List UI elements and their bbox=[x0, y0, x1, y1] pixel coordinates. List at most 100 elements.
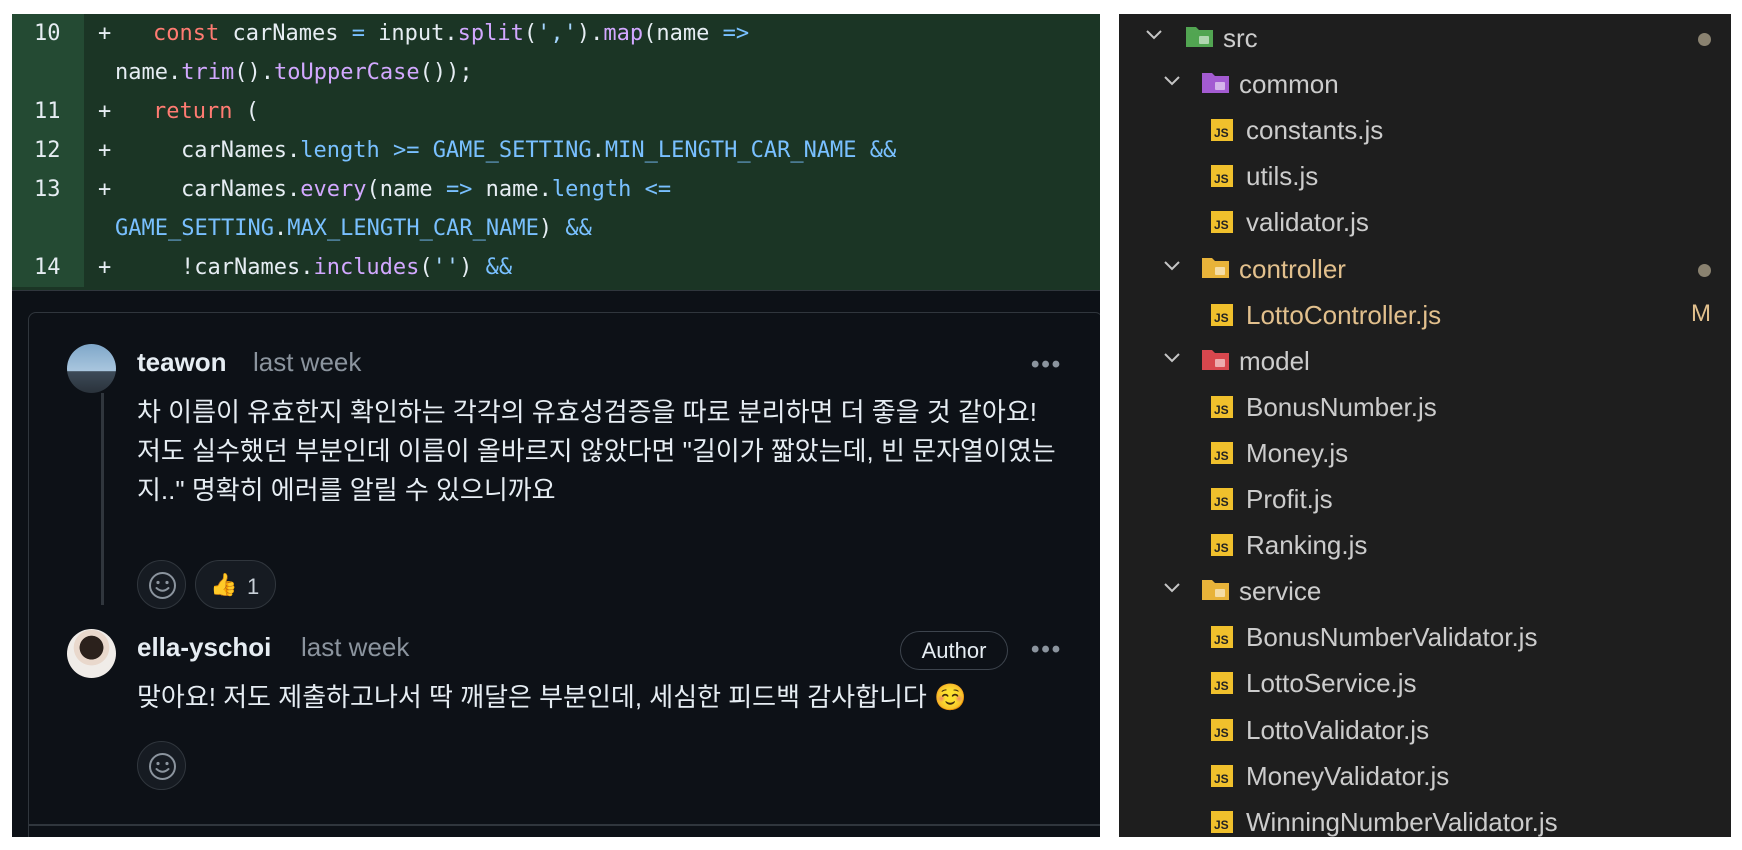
line-number[interactable]: 13 bbox=[12, 170, 84, 209]
file-label: LottoValidator.js bbox=[1246, 714, 1430, 745]
javascript-file-icon: JS bbox=[1211, 488, 1233, 510]
tree-file[interactable]: JS LottoController.js M bbox=[1119, 291, 1731, 337]
tree-folder-service[interactable]: service bbox=[1119, 567, 1731, 613]
comment-author[interactable]: teawon bbox=[137, 347, 227, 378]
javascript-file-icon: JS bbox=[1211, 626, 1233, 649]
code-review-panel: 10 + const carNames = input.split(',').m… bbox=[12, 14, 1100, 837]
folder-label: model bbox=[1239, 345, 1310, 376]
javascript-file-icon: JS bbox=[1211, 534, 1233, 557]
smiley-icon bbox=[149, 572, 176, 599]
chevron-down-icon[interactable] bbox=[1143, 23, 1165, 45]
more-options-icon[interactable]: ••• bbox=[1031, 636, 1062, 664]
tree-file[interactable]: JS BonusNumberValidator.js bbox=[1119, 613, 1731, 659]
src-folder-icon bbox=[1186, 27, 1213, 47]
comment-body: 차 이름이 유효한지 확인하는 각각의 유효성검증을 따로 분리하면 더 좋을 … bbox=[137, 397, 1056, 505]
tree-folder-model[interactable]: model bbox=[1119, 337, 1731, 383]
git-status-dot bbox=[1698, 33, 1711, 46]
comment-body: 맞아요! 저도 제출하고나서 딱 깨달은 부분인데, 세심한 피드백 감사합니다… bbox=[137, 682, 967, 712]
file-label: Ranking.js bbox=[1246, 530, 1368, 561]
line-number[interactable]: 14 bbox=[12, 248, 84, 287]
javascript-file-icon: JS bbox=[1211, 441, 1233, 464]
code-text: return ( bbox=[153, 99, 259, 124]
diff-line-11[interactable]: 11 + return ( bbox=[12, 92, 1100, 131]
tree-file[interactable]: JS constants.js bbox=[1119, 106, 1731, 152]
tree-file[interactable]: JS MoneyValidator.js bbox=[1119, 752, 1731, 798]
tree-file[interactable]: JS Money.js bbox=[1119, 429, 1731, 475]
tree-file[interactable]: JS utils.js bbox=[1119, 152, 1731, 198]
file-label: WinningNumberValidator.js bbox=[1246, 806, 1558, 837]
add-reaction-button[interactable] bbox=[137, 741, 186, 790]
add-reaction-button[interactable] bbox=[137, 560, 186, 609]
javascript-file-icon: JS bbox=[1211, 303, 1233, 326]
chevron-down-icon[interactable] bbox=[1161, 254, 1183, 276]
comment-timestamp[interactable]: last week bbox=[253, 347, 361, 378]
line-number[interactable]: 10 bbox=[12, 14, 84, 53]
file-label: Profit.js bbox=[1246, 484, 1333, 514]
diff-line-13-wrap: GAME_SETTING.MAX_LENGTH_CAR_NAME) && bbox=[12, 209, 1100, 248]
file-label: MoneyValidator.js bbox=[1246, 760, 1450, 791]
added-sign: + bbox=[98, 21, 112, 46]
tree-file[interactable]: JS validator.js bbox=[1119, 198, 1731, 244]
added-sign: + bbox=[98, 99, 112, 124]
smiley-icon bbox=[149, 753, 176, 780]
added-sign: + bbox=[98, 138, 112, 163]
file-label: BonusNumberValidator.js bbox=[1246, 622, 1538, 653]
reaction-count: 1 bbox=[247, 574, 260, 599]
code-text: GAME_SETTING.MAX_LENGTH_CAR_NAME) && bbox=[115, 216, 592, 241]
tree-file[interactable]: JS LottoValidator.js bbox=[1119, 706, 1731, 752]
avatar[interactable] bbox=[67, 629, 116, 678]
code-text: const carNames = input.split(',').map(na… bbox=[153, 21, 750, 46]
comment-timestamp[interactable]: last week bbox=[301, 632, 409, 663]
file-label: BonusNumber.js bbox=[1246, 391, 1437, 422]
tree-folder-common[interactable]: common bbox=[1119, 60, 1731, 106]
javascript-file-icon: JS bbox=[1211, 764, 1233, 787]
folder-label: service bbox=[1239, 576, 1322, 607]
javascript-file-icon: JS bbox=[1211, 672, 1233, 695]
thread-connector bbox=[101, 393, 104, 605]
code-text: carNames.length >= GAME_SETTING.MIN_LENG… bbox=[181, 138, 897, 163]
tree-folder-controller[interactable]: controller bbox=[1119, 245, 1731, 291]
git-status-modified: M bbox=[1691, 299, 1711, 327]
file-label: validator.js bbox=[1246, 207, 1369, 238]
tree-folder-src[interactable]: src bbox=[1119, 14, 1731, 60]
chevron-down-icon[interactable] bbox=[1161, 346, 1183, 368]
tree-file[interactable]: JS Profit.js bbox=[1119, 475, 1731, 521]
line-number[interactable]: 11 bbox=[12, 92, 84, 131]
tree-file[interactable]: JS LottoService.js bbox=[1119, 659, 1731, 705]
code-text: carNames.every(name => name.length <= bbox=[181, 177, 672, 202]
author-badge: Author bbox=[900, 631, 1008, 670]
file-label: constants.js bbox=[1246, 115, 1384, 146]
diff-line-14[interactable]: 14 + !carNames.includes('') && bbox=[12, 248, 1100, 287]
file-label: LottoController.js bbox=[1246, 299, 1442, 330]
review-thread: teawon last week ••• 차 이름이 유효한지 확인하는 각각의… bbox=[28, 312, 1100, 837]
diff-hunk: 10 + const carNames = input.split(',').m… bbox=[12, 14, 1100, 291]
file-label: Money.js bbox=[1246, 437, 1349, 468]
avatar[interactable] bbox=[67, 344, 116, 393]
chevron-down-icon[interactable] bbox=[1161, 69, 1183, 91]
tree-file[interactable]: JS BonusNumber.js bbox=[1119, 383, 1731, 429]
diff-line-13[interactable]: 13 + carNames.every(name => name.length … bbox=[12, 170, 1100, 209]
line-number[interactable]: 12 bbox=[12, 131, 84, 170]
common-folder-icon bbox=[1202, 73, 1229, 94]
folder-label: controller bbox=[1239, 253, 1346, 284]
chevron-down-icon[interactable] bbox=[1161, 576, 1183, 598]
thumbs-up-icon: 👍 bbox=[210, 572, 238, 597]
tree-file[interactable]: JS WinningNumberValidator.js bbox=[1119, 798, 1731, 837]
code-text: name.trim().toUpperCase()); bbox=[115, 60, 473, 85]
folder-label: src bbox=[1223, 23, 1258, 53]
javascript-file-icon: JS bbox=[1211, 211, 1233, 234]
more-options-icon[interactable]: ••• bbox=[1031, 351, 1062, 379]
javascript-file-icon: JS bbox=[1211, 395, 1233, 418]
diff-line-10[interactable]: 10 + const carNames = input.split(',').m… bbox=[12, 14, 1100, 53]
controller-folder-icon bbox=[1202, 257, 1229, 278]
added-sign: + bbox=[98, 177, 112, 202]
javascript-file-icon: JS bbox=[1211, 165, 1233, 188]
javascript-file-icon: JS bbox=[1211, 718, 1233, 741]
file-label: utils.js bbox=[1246, 161, 1319, 192]
file-explorer: src common JS constants.js JS utils.js JS valid… bbox=[1119, 14, 1731, 837]
tree-file[interactable]: JS Ranking.js bbox=[1119, 521, 1731, 567]
comment-author[interactable]: ella-yschoi bbox=[137, 632, 271, 663]
reaction-thumbs-up[interactable]: 👍 1 bbox=[195, 560, 276, 609]
git-status-dot bbox=[1698, 263, 1711, 277]
diff-line-12[interactable]: 12 + carNames.length >= GAME_SETTING.MIN… bbox=[12, 131, 1100, 170]
